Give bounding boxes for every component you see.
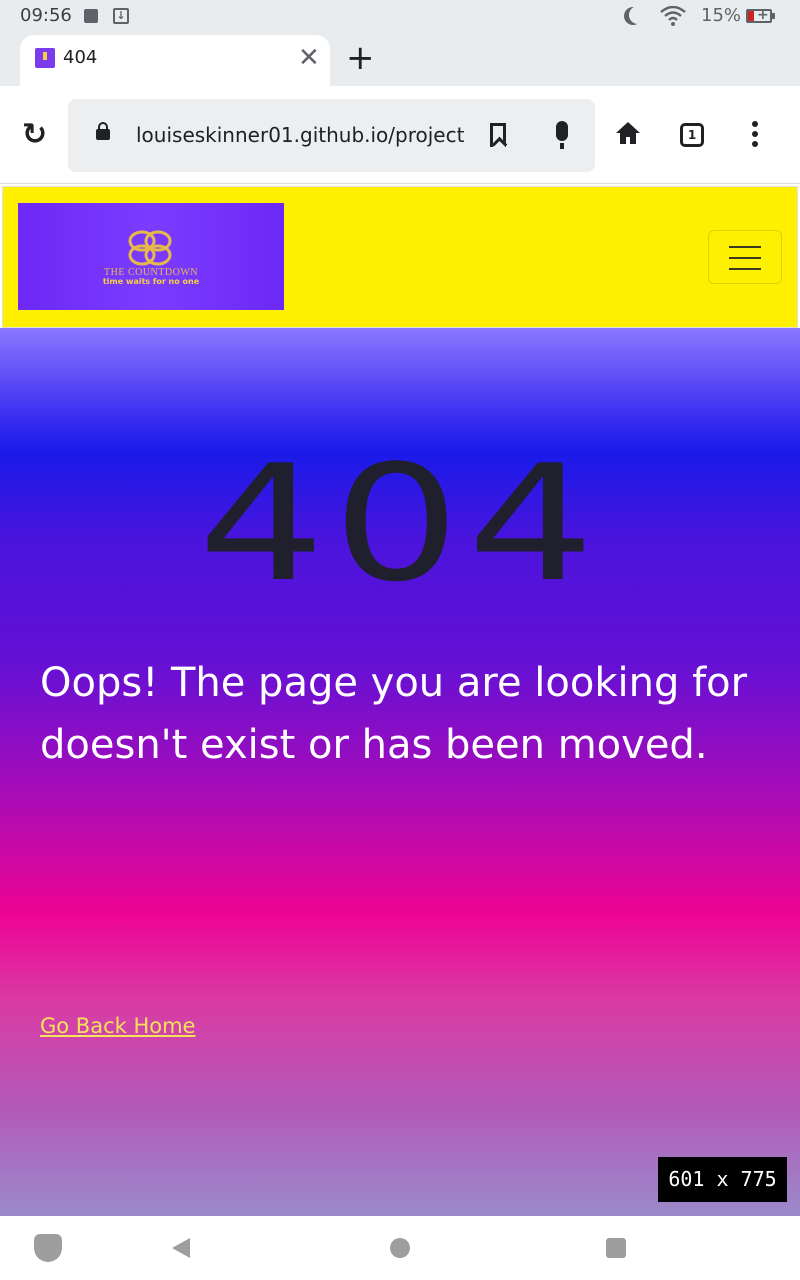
infinity-knot-icon xyxy=(128,230,172,266)
hamburger-line xyxy=(729,257,761,259)
page-viewport: THE COUNTDOWN time waits for no one 404 … xyxy=(0,184,800,1216)
battery-tip xyxy=(772,13,775,19)
site-header: THE COUNTDOWN time waits for no one xyxy=(0,184,800,330)
error-code: 404 xyxy=(197,430,603,617)
moon-icon xyxy=(629,6,647,24)
logo-tagline: time waits for no one xyxy=(102,277,200,286)
tabs-icon[interactable]: 1 xyxy=(680,123,704,147)
battery-icon xyxy=(746,7,772,23)
browser-toolbar: ↻ louiseskinner01.github.io/project2- 1 xyxy=(0,86,800,184)
hamburger-line xyxy=(729,246,761,248)
download-icon: ↓ xyxy=(113,8,129,24)
mic-icon[interactable] xyxy=(556,121,568,149)
wifi-icon xyxy=(660,6,686,26)
address-bar[interactable]: louiseskinner01.github.io/project2- xyxy=(68,99,595,172)
reload-icon[interactable]: ↻ xyxy=(22,120,52,150)
nav-toggle-button[interactable] xyxy=(708,230,782,284)
browser-tab[interactable]: 404 ✕ xyxy=(20,35,330,86)
close-icon[interactable]: ✕ xyxy=(298,43,320,73)
battery-percent: 15% xyxy=(701,5,742,26)
error-section: 404 Oops! The page you are looking for d… xyxy=(0,328,800,1216)
lock-icon[interactable] xyxy=(96,122,110,140)
status-time: 09:56 xyxy=(20,5,72,26)
recents-icon[interactable] xyxy=(606,1238,626,1258)
hamburger-line xyxy=(729,268,761,270)
tab-title: 404 xyxy=(63,47,98,68)
status-bar: 09:56 ↓ 15% xyxy=(0,0,800,32)
go-back-home-link[interactable]: Go Back Home xyxy=(40,1014,195,1038)
home-circle-icon[interactable] xyxy=(390,1238,410,1258)
bookmark-icon[interactable] xyxy=(490,123,506,147)
image-icon xyxy=(84,9,98,23)
countdown-favicon-icon xyxy=(35,48,55,68)
system-nav-bar xyxy=(0,1216,800,1280)
url-text[interactable]: louiseskinner01.github.io/project2- xyxy=(136,123,466,147)
site-logo[interactable]: THE COUNTDOWN time waits for no one xyxy=(18,203,284,310)
error-message: Oops! The page you are looking for doesn… xyxy=(40,660,748,768)
tab-strip: 404 ✕ + xyxy=(0,32,800,86)
viewport-dimensions-badge: 601 x 775 xyxy=(658,1157,787,1202)
menu-icon[interactable] xyxy=(750,121,760,149)
home-icon[interactable] xyxy=(615,120,641,146)
back-icon[interactable] xyxy=(172,1238,190,1258)
new-tab-button[interactable]: + xyxy=(346,38,375,78)
accessibility-icon[interactable] xyxy=(34,1234,62,1262)
